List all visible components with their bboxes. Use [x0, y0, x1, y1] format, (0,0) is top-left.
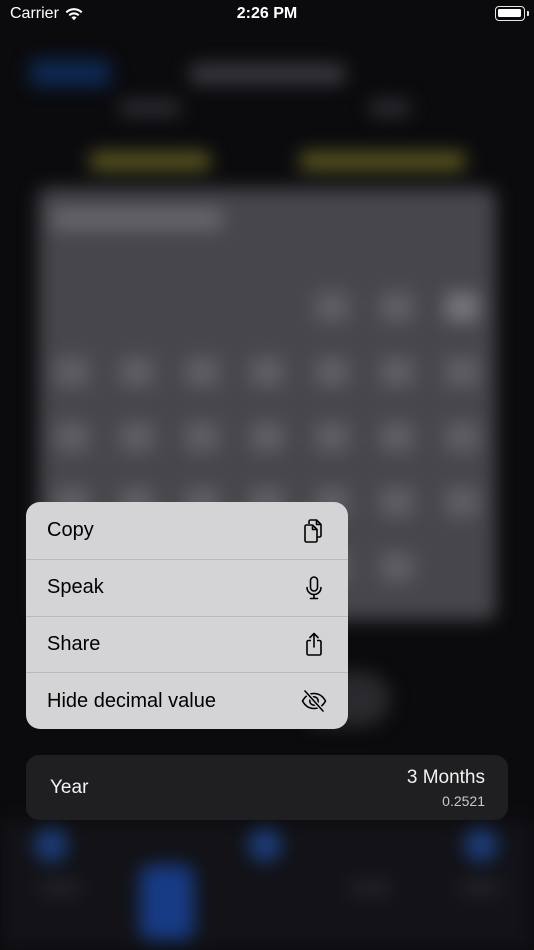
menu-item-share[interactable]: Share	[26, 615, 348, 673]
background-tab-label	[460, 882, 500, 894]
background-grid-cell	[380, 552, 414, 582]
menu-item-speak[interactable]: Speak	[26, 558, 348, 616]
battery-level	[498, 9, 521, 17]
background-segment	[370, 100, 410, 116]
background-grid-cell	[55, 357, 89, 387]
background-tab-bar	[0, 820, 534, 950]
menu-item-hide-decimal[interactable]: Hide decimal value	[26, 672, 348, 729]
background-grid-cell	[445, 357, 479, 387]
menu-item-label: Speak	[47, 576, 104, 599]
background-active-tab	[140, 865, 194, 940]
background-grid-cell	[55, 422, 89, 452]
result-primary-value: 3 Months	[406, 767, 485, 788]
background-segment	[120, 100, 180, 116]
background-grid-cell	[250, 357, 284, 387]
background-grid-cell	[380, 357, 414, 387]
status-bar: Carrier 2:26 PM	[0, 0, 534, 30]
menu-item-copy[interactable]: Copy	[26, 502, 348, 559]
microphone-icon	[300, 574, 328, 602]
battery-icon	[495, 6, 525, 21]
background-grid-cell	[185, 422, 219, 452]
background-grid-cell	[380, 487, 414, 517]
eye-slash-icon	[300, 687, 328, 715]
background-nav-button	[30, 60, 110, 86]
menu-item-label: Hide decimal value	[47, 689, 216, 712]
background-grid-cell	[445, 292, 479, 322]
background-tab-label	[350, 882, 390, 894]
status-time: 2:26 PM	[236, 5, 298, 22]
menu-item-label: Share	[47, 632, 101, 655]
result-decimal-value: 0.2521	[442, 793, 485, 809]
background-grid-cell	[380, 422, 414, 452]
background-grid-cell	[445, 422, 479, 452]
background-grid-cell	[120, 422, 154, 452]
background-highlight	[300, 152, 465, 170]
background-grid-cell	[120, 357, 154, 387]
background-panel-title	[52, 208, 222, 230]
copy-icon	[300, 516, 328, 544]
background-tab-label	[40, 882, 80, 894]
year-result-card[interactable]: Year 3 Months 0.2521	[26, 755, 508, 820]
battery-tip	[527, 11, 529, 16]
background-grid-cell	[315, 292, 349, 322]
background-tab-icon	[464, 828, 498, 862]
menu-item-label: Copy	[47, 518, 94, 541]
context-menu: Copy Speak Share Hide decimal value	[26, 502, 348, 729]
share-icon	[300, 630, 328, 658]
background-grid-cell	[250, 422, 284, 452]
background-grid-cell	[315, 357, 349, 387]
background-grid-cell	[185, 357, 219, 387]
result-label: Year	[50, 777, 89, 798]
background-highlight	[90, 152, 210, 170]
background-grid-cell	[445, 487, 479, 517]
background-tab-icon	[34, 828, 68, 862]
background-nav-title	[190, 64, 345, 84]
background-grid-cell	[315, 422, 349, 452]
background-grid-cell	[380, 292, 414, 322]
background-tab-icon	[248, 828, 282, 862]
